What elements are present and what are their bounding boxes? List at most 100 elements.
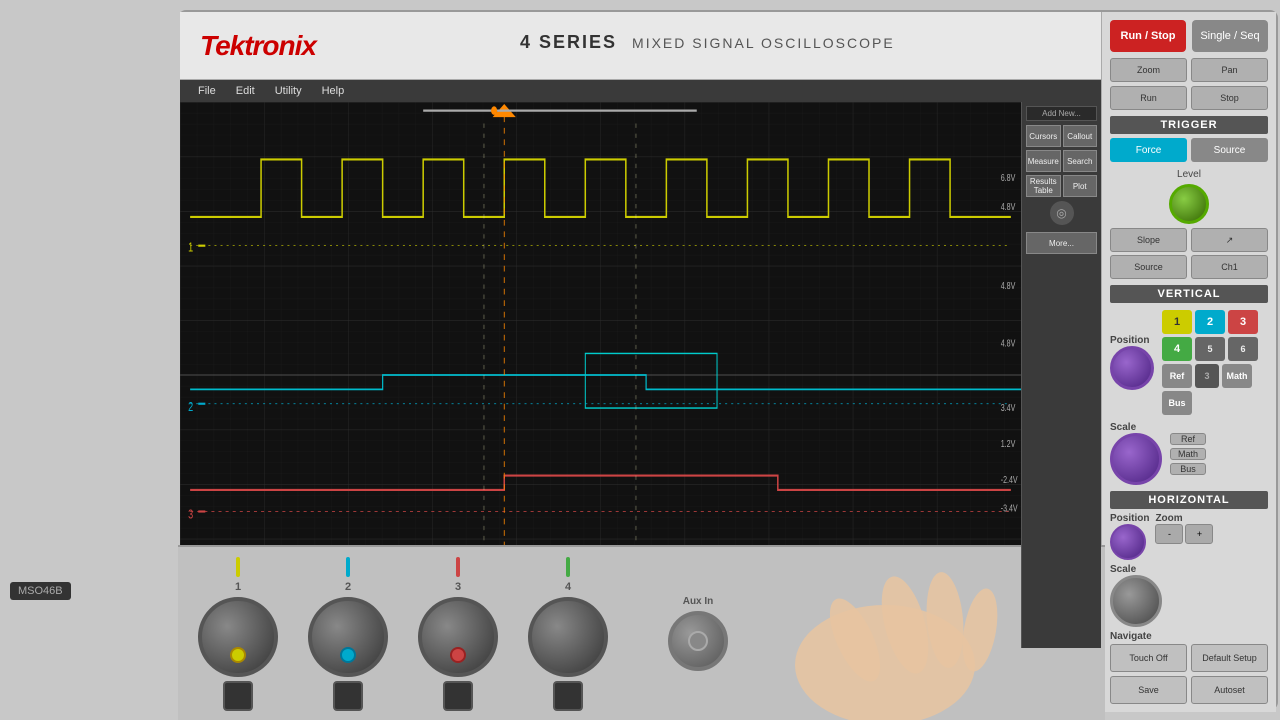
svg-text:4.8V: 4.8V (1001, 201, 1016, 213)
vertical-position-knob[interactable] (1110, 346, 1154, 390)
horizontal-position-knob[interactable] (1110, 524, 1146, 560)
aux-in-connector (668, 611, 728, 671)
ch1-physical-knob[interactable] (198, 597, 278, 677)
horizontal-zoom-label: Zoom (1155, 513, 1213, 524)
vertical-position-area: Position 1 2 3 4 5 6 Ref 3 Math Bus (1110, 307, 1268, 418)
ch6-button[interactable]: 6 (1228, 337, 1258, 361)
force-button[interactable]: Force (1110, 138, 1187, 162)
aux-center (688, 631, 708, 651)
ch2-number: 2 (345, 581, 351, 593)
ch2-button[interactable]: 2 (1195, 310, 1225, 334)
measure-button[interactable]: Measure (1026, 150, 1061, 172)
autoset-button[interactable]: Autoset (1191, 676, 1268, 704)
more-button[interactable]: More... (1026, 232, 1097, 254)
trigger-section-header: TRIGGER (1110, 116, 1268, 134)
callout-button[interactable]: Callout (1063, 125, 1098, 147)
ch2-physical: 2 (308, 557, 388, 711)
ch4-physical-knob[interactable] (528, 597, 608, 677)
measure-search-row: Measure Search (1026, 150, 1097, 172)
trigger-level-knob[interactable] (1169, 184, 1209, 224)
search-button[interactable]: Search (1063, 150, 1098, 172)
right-panel: Run / Stop Single / Seq Zoom Pan Run Sto… (1101, 12, 1276, 712)
ch3-button[interactable]: 3 (1228, 310, 1258, 334)
display-right-menu: Add New... Cursors Callout Measure Searc… (1021, 102, 1101, 648)
ref-button[interactable]: Ref (1162, 364, 1192, 388)
ch1-connector (223, 681, 253, 711)
ch1-color-bar (236, 557, 240, 577)
svg-text:1.2V: 1.2V (1001, 438, 1016, 450)
save-button[interactable]: Save (1110, 676, 1187, 704)
bus-button[interactable]: Bus (1162, 391, 1192, 415)
results-table-button[interactable]: Results Table (1026, 175, 1061, 197)
ch2-physical-knob[interactable] (308, 597, 388, 677)
menu-file[interactable]: File (188, 80, 226, 102)
navigate-label: Navigate (1110, 631, 1268, 642)
source-val-btn[interactable]: Ch1 (1191, 255, 1268, 279)
trigger-source-btn[interactable]: Source (1191, 138, 1268, 162)
ch1-button[interactable]: 1 (1162, 310, 1192, 334)
ch7-button[interactable]: 3 (1195, 364, 1219, 388)
series-type: MIXED SIGNAL OSCILLOSCOPE (632, 35, 895, 51)
channel-buttons: 1 2 3 4 5 6 Ref 3 Math Bus (1162, 310, 1268, 415)
slope-btn[interactable]: Slope (1110, 228, 1187, 252)
single-seq-button[interactable]: Single / Seq (1192, 20, 1268, 52)
vertical-scale-label: Scale (1110, 422, 1162, 433)
trigger-level-label: Level (1110, 169, 1268, 180)
ch3-physical: 3 (418, 557, 498, 711)
scope-icon: ◎ (1050, 201, 1074, 225)
zoom-btn-top[interactable]: Zoom (1110, 58, 1187, 82)
math-btn-vertical[interactable]: Math (1170, 448, 1206, 460)
source-btn[interactable]: Source (1110, 255, 1187, 279)
ch3-connector (443, 681, 473, 711)
ch3-number: 3 (455, 581, 461, 593)
horizontal-scale-knob[interactable] (1110, 575, 1162, 627)
svg-text:3: 3 (188, 508, 193, 522)
ch5-button[interactable]: 5 (1195, 337, 1225, 361)
ch3-physical-knob[interactable] (418, 597, 498, 677)
pan-btn[interactable]: Pan (1191, 58, 1268, 82)
ch1-knob-indicator (230, 647, 246, 663)
math-button[interactable]: Math (1222, 364, 1252, 388)
hand-svg (705, 545, 1005, 720)
svg-text:6.8V: 6.8V (1001, 172, 1016, 184)
run-btn-small[interactable]: Run (1110, 86, 1187, 110)
ch2-connector (333, 681, 363, 711)
aux-in-label: Aux In (683, 596, 714, 607)
add-new-button[interactable]: Add New... (1026, 106, 1097, 121)
top-control-buttons: Run / Stop Single / Seq (1110, 20, 1268, 52)
vertical-scale-area: Scale Ref Math Bus (1110, 422, 1268, 485)
menu-help[interactable]: Help (312, 80, 355, 102)
vertical-scale-knob[interactable] (1110, 433, 1162, 485)
slope-dir-btn[interactable]: ↗ (1191, 228, 1268, 252)
bus-btn-vertical[interactable]: Bus (1170, 463, 1206, 475)
series-info: 4 SERIES MIXED SIGNAL OSCILLOSCOPE (520, 32, 895, 53)
menu-utility[interactable]: Utility (265, 80, 312, 102)
plot-button[interactable]: Plot (1063, 175, 1098, 197)
horizontal-section-header: HORIZONTAL (1110, 491, 1268, 509)
svg-text:2: 2 (188, 401, 193, 415)
svg-text:1: 1 (188, 241, 193, 255)
ch4-button[interactable]: 4 (1162, 337, 1192, 361)
ch4-color-bar (566, 557, 570, 577)
brand-area: Tektronix (200, 30, 316, 62)
run-stop-button[interactable]: Run / Stop (1110, 20, 1186, 52)
vertical-section-header: VERTICAL (1110, 285, 1268, 303)
stop-btn-small[interactable]: Stop (1191, 86, 1268, 110)
left-side-panel: MSO46B (0, 0, 180, 720)
physical-bottom-area: 1 2 3 4 Aux In (178, 545, 1105, 720)
results-plot-row: Results Table Plot (1026, 175, 1097, 197)
zoom-in-btn[interactable]: + (1185, 524, 1213, 544)
menu-edit[interactable]: Edit (226, 80, 265, 102)
horizontal-scale-area: Scale (1110, 564, 1268, 627)
touch-off-button[interactable]: Touch Off (1110, 644, 1187, 672)
cursors-button[interactable]: Cursors (1026, 125, 1061, 147)
hand-area (705, 545, 1005, 720)
small-btn-row-2: Run Stop (1110, 86, 1268, 110)
zoom-out-btn[interactable]: - (1155, 524, 1183, 544)
horizontal-position-label: Position (1110, 513, 1149, 524)
series-number: 4 SERIES (520, 32, 617, 53)
ref-btn-vertical[interactable]: Ref (1170, 433, 1206, 445)
default-setup-button[interactable]: Default Setup (1191, 644, 1268, 672)
ch4-number: 4 (565, 581, 571, 593)
small-btn-row-1: Zoom Pan (1110, 58, 1268, 82)
